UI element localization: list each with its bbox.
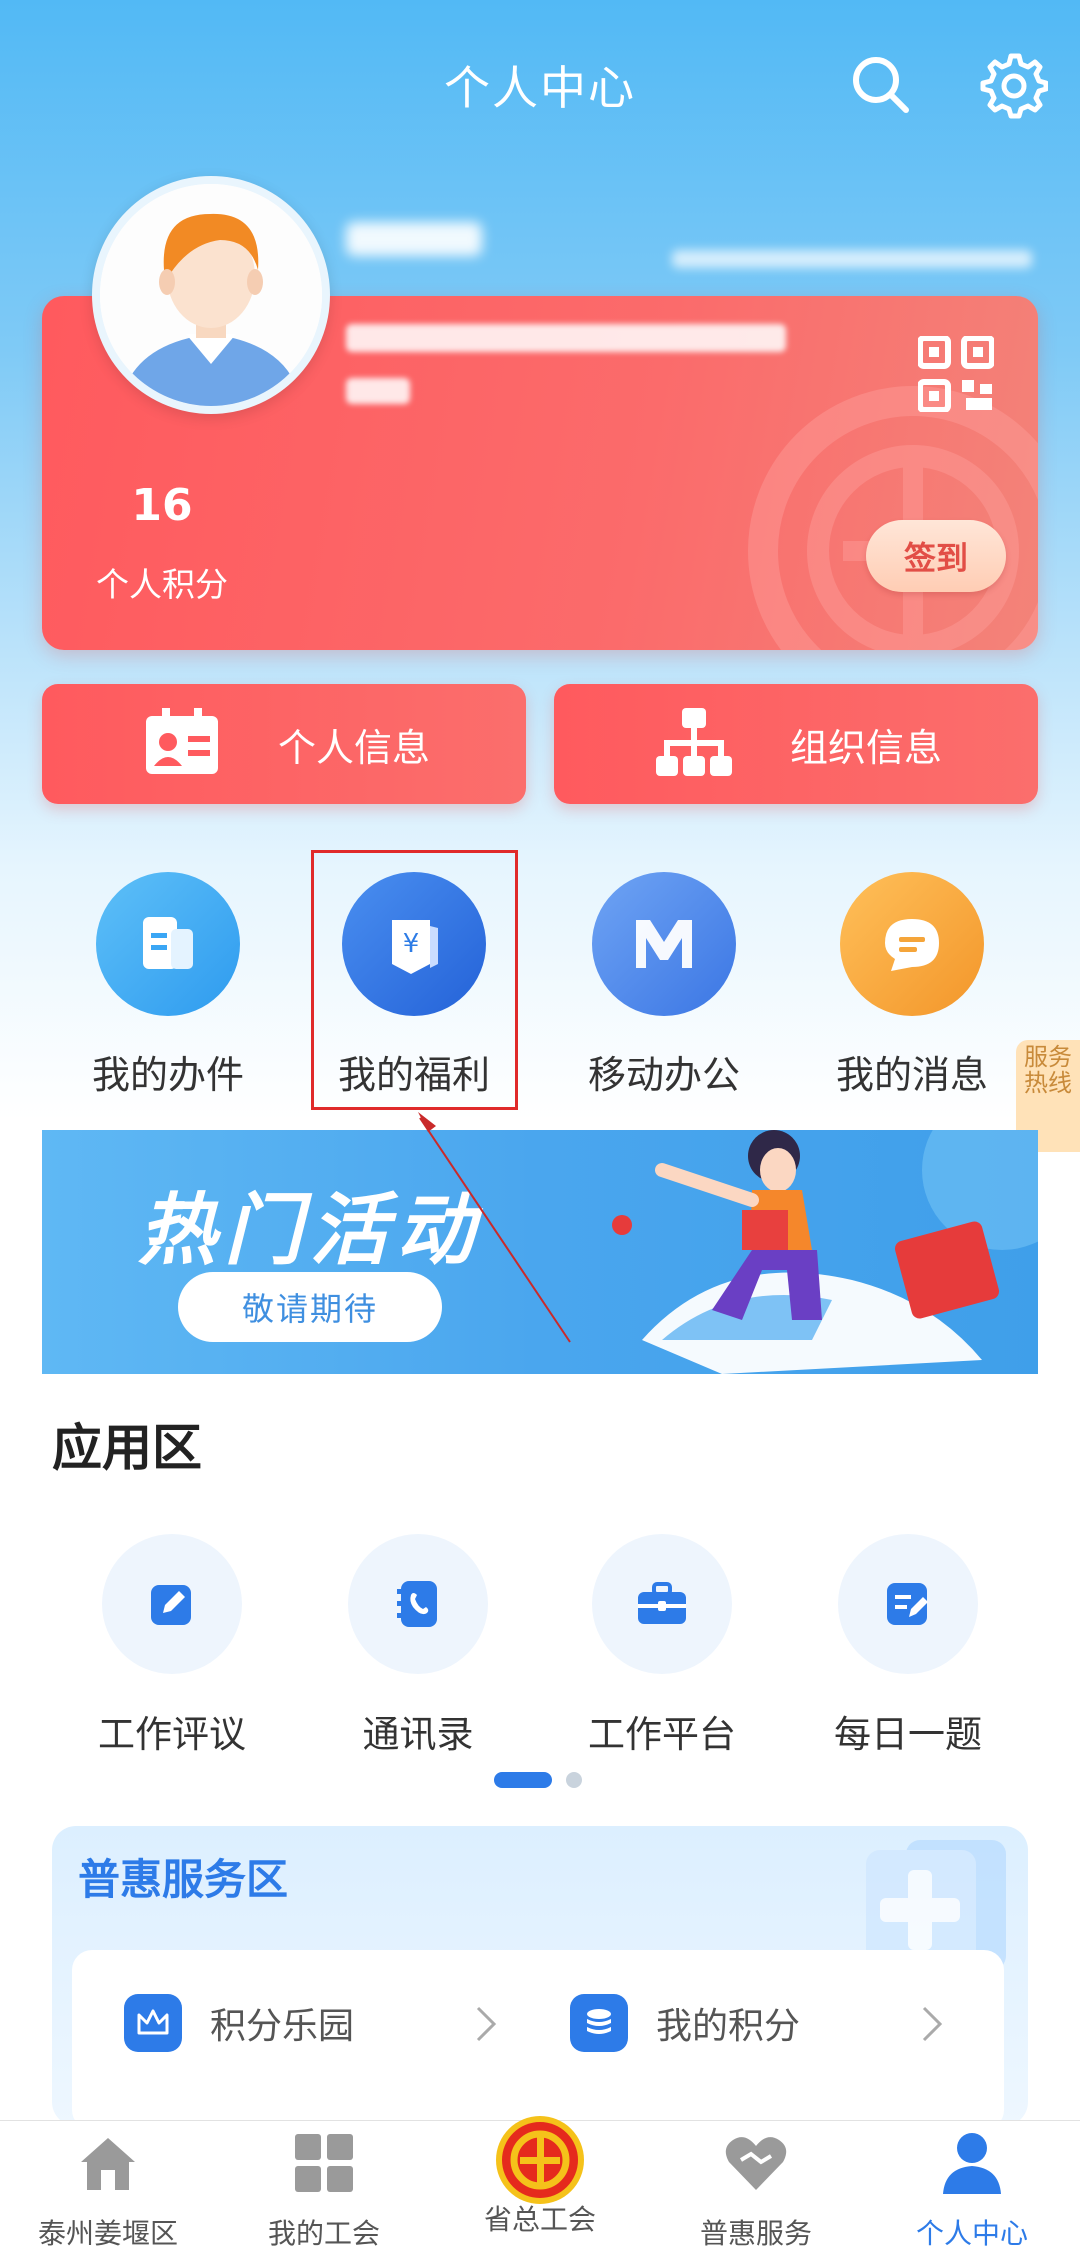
- briefcase-icon: [592, 1534, 732, 1674]
- grid-icon: [295, 2134, 353, 2192]
- nav-label: 我的工会: [267, 2217, 380, 2250]
- org-name-redacted: [346, 324, 786, 352]
- person-icon: [943, 2133, 1001, 2194]
- qr-code-icon[interactable]: [918, 336, 994, 412]
- union-emblem-watermark: [748, 386, 1038, 650]
- edit-icon: [102, 1534, 242, 1674]
- app-section-title: 应用区: [52, 1419, 202, 1477]
- quick-label: 我的办件: [91, 1053, 244, 1097]
- quick-label: 我的消息: [835, 1053, 988, 1097]
- user-detail-redacted: [672, 250, 1032, 268]
- app-label: 工作平台: [588, 1713, 736, 1756]
- pagination-dot-active[interactable]: [494, 1772, 552, 1788]
- search-icon[interactable]: [846, 50, 916, 120]
- avatar[interactable]: [92, 176, 330, 414]
- crown-icon: [124, 1994, 182, 2052]
- user-avatar-icon: [100, 184, 322, 406]
- app-contacts[interactable]: 通讯录: [318, 1534, 518, 1758]
- pagination-dot[interactable]: [566, 1772, 582, 1788]
- points-value: 16: [131, 480, 193, 531]
- app-work-platform[interactable]: 工作平台: [562, 1534, 762, 1758]
- banner-coming-soon-button[interactable]: 敬请期待: [178, 1272, 442, 1342]
- organization-info-button[interactable]: 组织信息: [554, 684, 1038, 804]
- mobile-office-icon: [592, 872, 736, 1016]
- quick-my-cases[interactable]: 我的办件: [68, 872, 268, 1099]
- banner-title: 热门活动: [138, 1186, 483, 1276]
- hot-activity-banner[interactable]: 热门活动 敬请期待: [42, 1130, 1038, 1374]
- quiz-icon: [838, 1534, 978, 1674]
- nav-inclusive-services[interactable]: 普惠服务: [656, 2128, 856, 2252]
- nav-label: 普惠服务: [699, 2217, 812, 2250]
- app-label: 每日一题: [834, 1713, 982, 1756]
- home-icon: [81, 2138, 135, 2190]
- nav-provincial-union[interactable]: 省总工会: [440, 2116, 640, 2238]
- app-work-review[interactable]: 工作评议: [72, 1534, 272, 1758]
- service-label: 我的积分: [656, 2006, 801, 2047]
- union-emblem-icon: [496, 2116, 584, 2204]
- service-points-park[interactable]: 积分乐园: [124, 1994, 354, 2052]
- banner-illustration: [612, 1130, 1038, 1374]
- personal-info-label: 个人信息: [278, 725, 431, 770]
- id-card-icon: [146, 708, 218, 774]
- page-title: 个人中心: [444, 61, 636, 115]
- quick-mobile-office[interactable]: 移动办公: [564, 872, 764, 1099]
- chevron-right-icon: [922, 2006, 943, 2042]
- org-chart-icon: [656, 708, 732, 776]
- service-my-points[interactable]: 我的积分: [570, 1994, 800, 2052]
- app-label: 通讯录: [362, 1713, 474, 1756]
- user-name-redacted: [346, 222, 482, 256]
- app-daily-question[interactable]: 每日一题: [808, 1534, 1008, 1758]
- nav-label: 个人中心: [915, 2217, 1028, 2250]
- org-type-redacted: [346, 378, 410, 404]
- message-icon: [840, 872, 984, 1016]
- carousel-pagination: [494, 1772, 582, 1788]
- quick-label: 移动办公: [587, 1053, 740, 1097]
- sign-in-button[interactable]: 签到: [866, 520, 1006, 592]
- chevron-right-icon: [476, 2006, 497, 2042]
- app-label: 工作评议: [98, 1713, 246, 1756]
- annotation-highlight-box: [311, 850, 518, 1110]
- coins-icon: [570, 1994, 628, 2052]
- contacts-icon: [348, 1534, 488, 1674]
- nav-taizhou-jiangyan[interactable]: 泰州姜堰区: [8, 2128, 208, 2252]
- service-label: 积分乐园: [210, 2006, 355, 2047]
- nav-my-union[interactable]: 我的工会: [224, 2128, 424, 2252]
- points-label: 个人积分: [96, 565, 228, 604]
- nav-label: 泰州姜堰区: [37, 2217, 178, 2250]
- nav-label: 省总工会: [483, 2203, 596, 2236]
- service-section-title: 普惠服务区: [78, 1855, 289, 1904]
- nav-personal-center[interactable]: 个人中心: [872, 2128, 1072, 2252]
- gear-icon[interactable]: [978, 50, 1048, 120]
- document-icon: [96, 872, 240, 1016]
- heart-icon: [725, 2137, 787, 2190]
- quick-my-messages[interactable]: 我的消息: [812, 872, 1012, 1099]
- personal-info-button[interactable]: 个人信息: [42, 684, 526, 804]
- organization-info-label: 组织信息: [790, 725, 943, 770]
